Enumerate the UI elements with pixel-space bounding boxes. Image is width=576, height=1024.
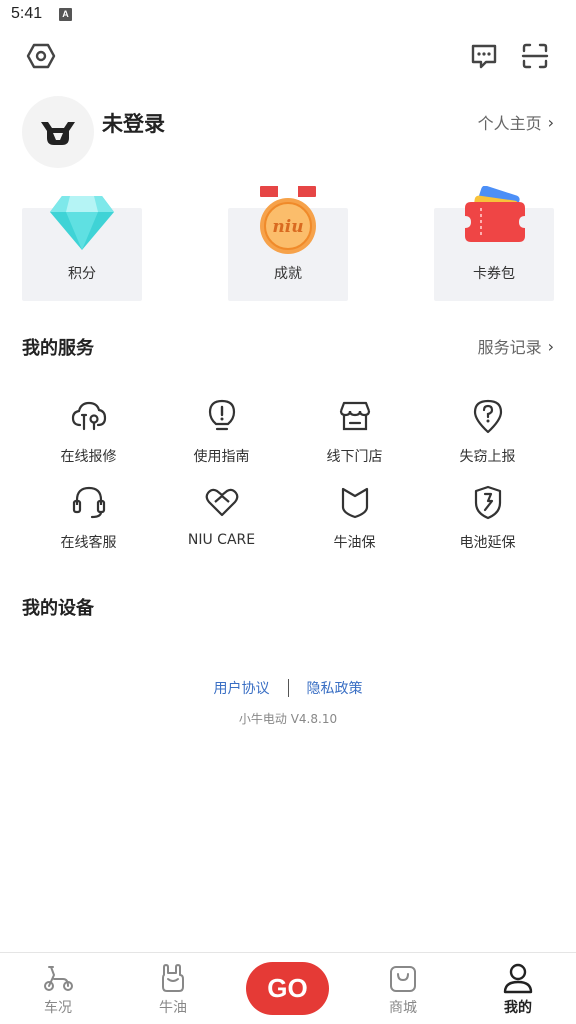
service-label: 失窃上报 <box>459 449 516 465</box>
location-question-icon <box>468 396 508 436</box>
homepage-link-label: 个人主页 <box>477 114 542 133</box>
points-card[interactable]: 积分 <box>22 196 142 301</box>
battery-shield-icon <box>468 482 508 522</box>
service-records-label: 服务记录 <box>477 338 542 357</box>
divider <box>287 679 289 697</box>
niu-hand-icon <box>162 964 184 992</box>
username[interactable]: 未登录 <box>102 108 165 138</box>
homepage-link[interactable]: 个人主页 › <box>478 110 554 134</box>
nav-label: 我的 <box>504 1000 532 1016</box>
status-time: 5:41 <box>11 5 43 22</box>
nav-vehicle[interactable]: 车况 <box>18 961 98 1017</box>
service-label: 牛油保 <box>333 535 376 551</box>
heart-care-icon <box>202 482 242 522</box>
services-title: 我的服务 <box>22 338 94 359</box>
service-niu-care[interactable]: NIU CARE <box>155 482 288 568</box>
service-offline-store[interactable]: 线下门店 <box>288 396 421 482</box>
nav-niu-oil[interactable]: 牛油 <box>133 961 213 1017</box>
devices-title: 我的设备 <box>22 598 94 619</box>
nav-label: 车况 <box>44 1000 72 1016</box>
settings-icon[interactable] <box>25 40 57 72</box>
medal-icon: niu <box>260 186 316 254</box>
profile-section[interactable]: 未登录 个人主页 › <box>22 96 554 168</box>
cloud-repair-icon <box>69 396 109 436</box>
card-label: 成就 <box>274 266 302 282</box>
card-label: 卡券包 <box>473 266 515 282</box>
service-label: 在线报修 <box>60 449 117 465</box>
service-label: 在线客服 <box>60 535 117 551</box>
chevron-right-icon: › <box>547 112 554 132</box>
nav-label: 商城 <box>389 1000 417 1016</box>
chevron-right-icon: › <box>547 336 554 356</box>
card-label: 积分 <box>68 266 96 282</box>
nav-mall[interactable]: 商城 <box>363 961 443 1017</box>
scooter-icon <box>44 966 73 991</box>
service-online-support[interactable]: 在线客服 <box>22 482 155 568</box>
store-icon <box>335 396 375 436</box>
nav-mine[interactable]: 我的 <box>478 961 558 1017</box>
go-button[interactable]: GO <box>246 962 329 1015</box>
message-icon[interactable] <box>468 40 500 72</box>
avatar[interactable] <box>22 96 94 168</box>
service-records-link[interactable]: 服务记录 › <box>478 334 554 358</box>
wallet-icon <box>465 186 525 242</box>
shopping-bag-icon <box>390 966 416 992</box>
app-version: 小牛电动 V4.8.10 <box>238 712 338 726</box>
service-battery-warranty[interactable]: 电池延保 <box>421 482 554 568</box>
nav-label: 牛油 <box>159 1000 187 1016</box>
lightbulb-icon <box>202 396 242 436</box>
service-theft-report[interactable]: 失窃上报 <box>421 396 554 482</box>
services-grid: 在线报修 使用指南 线下门店 失窃上报 在线客服 NIU CARE 牛油保 电池… <box>22 396 554 568</box>
footer-links: 用户协议 隐私政策 <box>0 678 576 698</box>
scan-icon[interactable] <box>519 40 551 72</box>
service-online-repair[interactable]: 在线报修 <box>22 396 155 482</box>
status-indicator-icon: A <box>59 8 72 21</box>
status-bar: 5:41 A <box>0 0 576 30</box>
niu-logo-icon <box>41 122 75 145</box>
service-label: 线下门店 <box>326 449 383 465</box>
service-label: NIU CARE <box>187 532 256 548</box>
privacy-policy-link[interactable]: 隐私政策 <box>307 678 363 698</box>
person-icon <box>503 963 533 994</box>
diamond-icon <box>50 196 114 250</box>
coupons-card[interactable]: 卡券包 <box>434 186 554 301</box>
service-niu-insurance[interactable]: 牛油保 <box>288 482 421 568</box>
achievements-card[interactable]: niu 成就 <box>228 186 348 301</box>
headset-icon <box>69 482 109 522</box>
service-label: 使用指南 <box>193 449 250 465</box>
user-agreement-link[interactable]: 用户协议 <box>214 678 270 698</box>
shield-niu-icon <box>335 482 375 522</box>
medal-text: niu <box>272 217 303 237</box>
bottom-nav: 车况 牛油 GO 商城 我的 <box>0 952 576 1024</box>
service-user-guide[interactable]: 使用指南 <box>155 396 288 482</box>
service-label: 电池延保 <box>459 535 516 551</box>
